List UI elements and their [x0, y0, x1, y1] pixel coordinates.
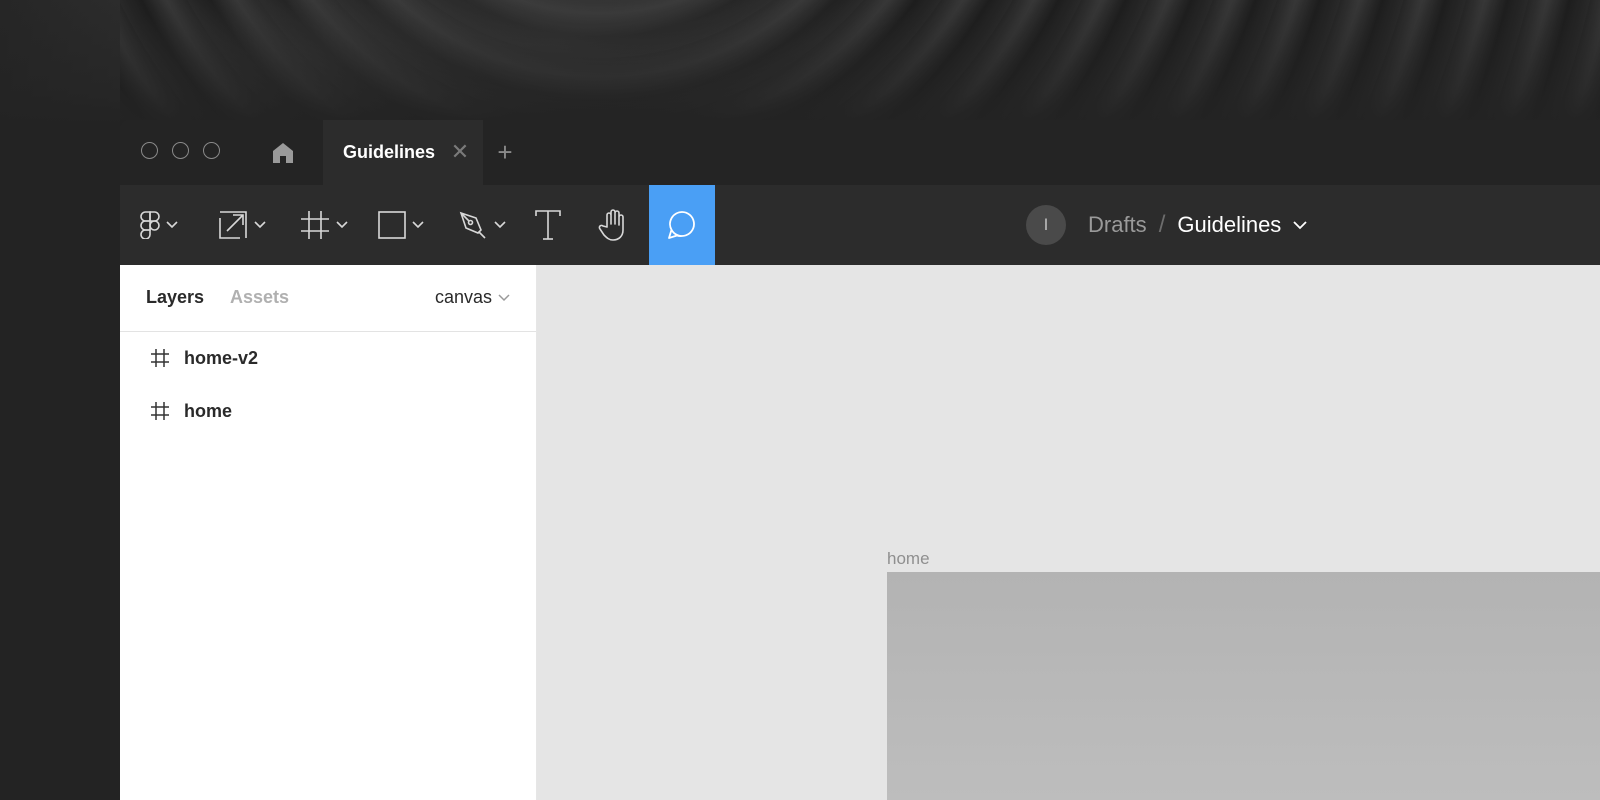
tab-label: Guidelines	[343, 142, 436, 162]
move-scale-icon	[219, 211, 247, 239]
text-tool-button[interactable]	[535, 185, 561, 265]
tab-assets[interactable]: Assets	[230, 287, 289, 308]
figma-logo-icon	[140, 211, 160, 239]
frame-tool-button[interactable]	[300, 185, 348, 265]
chevron-down-icon	[412, 221, 424, 229]
close-window-button[interactable]	[141, 142, 158, 159]
tab-guidelines[interactable]: Guidelines ✕	[323, 120, 483, 185]
new-tab-button[interactable]: +	[492, 138, 518, 166]
breadcrumb-file-name[interactable]: Guidelines	[1177, 212, 1281, 238]
frame-hash-icon	[151, 349, 169, 367]
move-tool-button[interactable]	[218, 185, 266, 265]
layer-item-home-v2[interactable]: home-v2	[120, 338, 536, 378]
frame-hash-icon	[151, 402, 169, 420]
comment-tool-button[interactable]	[649, 185, 715, 265]
minimize-window-button[interactable]	[172, 142, 189, 159]
chevron-down-icon[interactable]	[1293, 220, 1307, 230]
hand-tool-button[interactable]	[598, 185, 630, 265]
text-icon	[535, 210, 561, 240]
home-button[interactable]	[270, 140, 296, 166]
page-selector[interactable]: canvas	[435, 287, 510, 308]
left-sidebar: Layers Assets canvas home-v2 home	[120, 265, 537, 800]
home-icon	[273, 143, 293, 163]
design-canvas[interactable]: home	[537, 265, 1600, 800]
breadcrumb-drafts[interactable]: Drafts	[1088, 212, 1147, 238]
layer-item-home[interactable]: home	[120, 391, 536, 431]
pen-tool-button[interactable]	[458, 185, 506, 265]
breadcrumb-separator: /	[1158, 211, 1166, 238]
tab-bar: Guidelines ✕ +	[120, 120, 1600, 185]
frame-title[interactable]: home	[887, 549, 930, 569]
rectangle-icon	[378, 211, 406, 239]
window-controls	[141, 142, 220, 159]
chevron-down-icon	[254, 221, 266, 229]
comment-bubble-icon	[668, 211, 695, 239]
hand-icon	[598, 209, 624, 241]
layer-label: home-v2	[184, 348, 259, 368]
tab-layers[interactable]: Layers	[146, 287, 204, 308]
chevron-down-icon	[336, 221, 348, 229]
frame-hash-icon	[301, 211, 329, 239]
shape-tool-button[interactable]	[378, 185, 424, 265]
chevron-down-icon	[166, 221, 178, 229]
breadcrumb: Drafts / Guidelines	[1088, 211, 1307, 239]
close-tab-icon[interactable]: ✕	[450, 140, 470, 164]
pen-icon	[459, 211, 486, 239]
maximize-window-button[interactable]	[203, 142, 220, 159]
app-window: Guidelines ✕ + I Drafts / Guidelines Lay…	[120, 120, 1600, 800]
layer-label: home	[184, 401, 233, 421]
page-selector-label: canvas	[434, 287, 492, 307]
user-avatar[interactable]: I	[1026, 205, 1066, 245]
main-menu-button[interactable]	[140, 185, 178, 265]
chevron-down-icon	[498, 293, 510, 301]
frame-home[interactable]	[887, 572, 1600, 800]
chevron-down-icon	[494, 221, 506, 229]
toolbar: I Drafts / Guidelines	[120, 185, 1600, 265]
sidebar-header: Layers Assets canvas	[120, 265, 536, 332]
